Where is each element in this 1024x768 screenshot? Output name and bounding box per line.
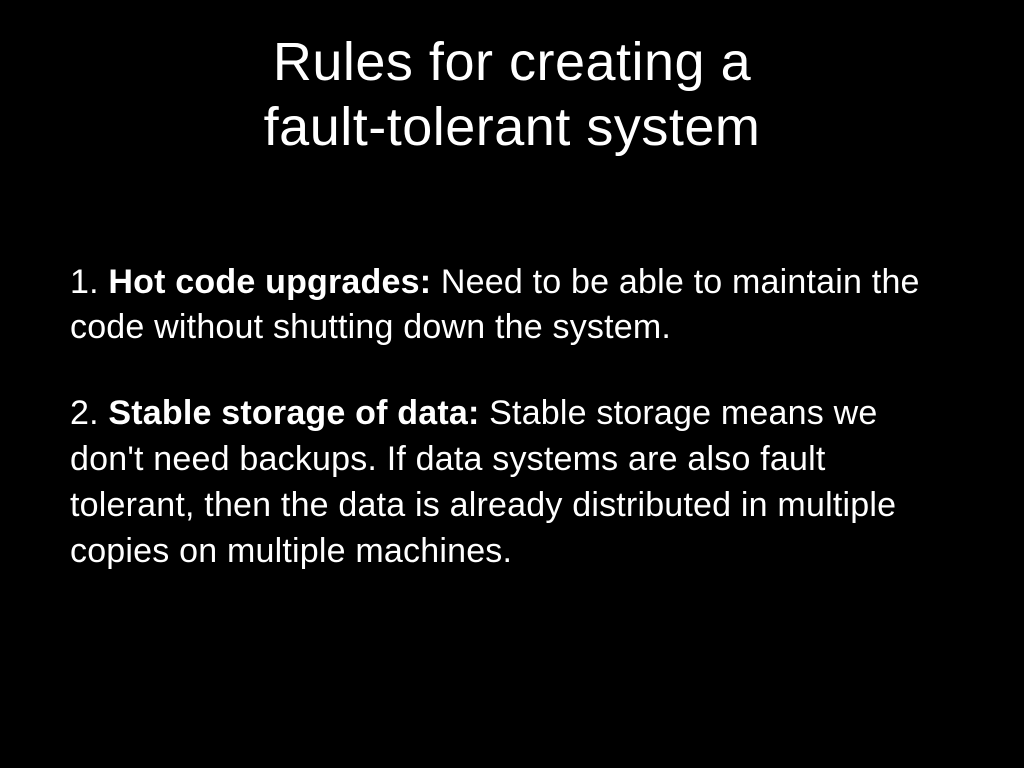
rule-item: 1. Hot code upgrades: Need to be able to…	[70, 260, 954, 352]
rule-number: 2.	[70, 394, 108, 432]
slide-body: 1. Hot code upgrades: Need to be able to…	[70, 260, 954, 575]
slide-title: Rules for creating a fault-tolerant syst…	[70, 30, 954, 160]
rule-label: Hot code upgrades:	[108, 263, 431, 301]
rule-number: 1.	[70, 263, 108, 301]
rule-label: Stable storage of data:	[108, 394, 479, 432]
slide: Rules for creating a fault-tolerant syst…	[0, 0, 1024, 768]
title-line-1: Rules for creating a	[273, 32, 751, 92]
title-line-2: fault-tolerant system	[264, 97, 761, 157]
rule-item: 2. Stable storage of data: Stable storag…	[70, 391, 954, 575]
